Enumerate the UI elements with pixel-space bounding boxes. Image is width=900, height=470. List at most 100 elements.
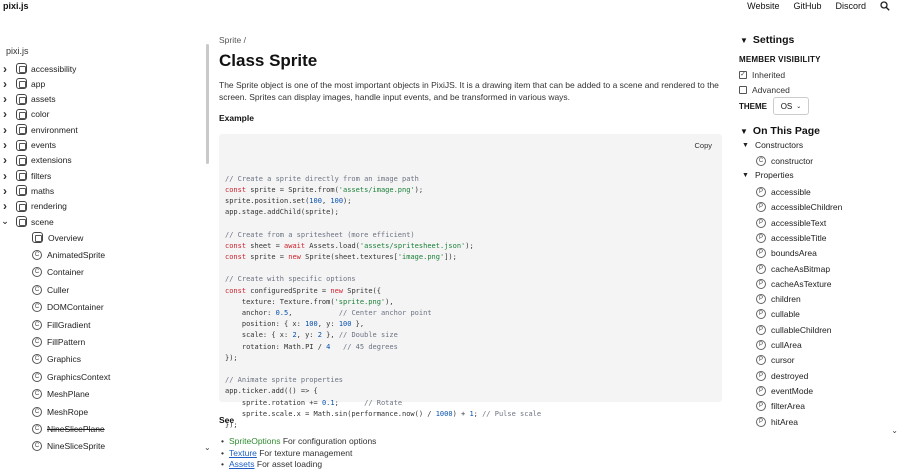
sidebar-item-rendering[interactable]: › rendering: [0, 199, 67, 214]
search-icon[interactable]: [880, 1, 890, 14]
sidebar-item-events[interactable]: › events: [0, 138, 56, 153]
see-link-Assets[interactable]: Assets: [229, 459, 255, 469]
sidebar-item-label: assets: [31, 94, 56, 105]
sidebar-subitem-Container[interactable]: C Container: [32, 265, 84, 280]
theme-row: THEME OS ⌄: [739, 97, 809, 115]
code-content: // Create a sprite directly from an imag…: [225, 174, 716, 432]
sidebar-subitem-GraphicsContext[interactable]: C GraphicsContext: [32, 369, 110, 384]
module-icon: [16, 108, 27, 120]
advanced-checkbox[interactable]: [739, 86, 747, 94]
scroll-down-icon[interactable]: ⌄: [204, 443, 211, 452]
class-icon: C: [32, 423, 42, 434]
nav-link-github[interactable]: GitHub: [793, 1, 821, 14]
chevron-right-icon[interactable]: ›: [0, 184, 10, 198]
sidebar-item-assets[interactable]: › assets: [0, 92, 56, 107]
toc-item-eventMode[interactable]: PeventMode: [756, 384, 813, 398]
toc-item-label: cursor: [771, 355, 795, 366]
see-link-SpriteOptions[interactable]: SpriteOptions: [229, 436, 281, 446]
sidebar-subitem-label: NineSlicePlane: [47, 423, 105, 434]
sidebar-subitem-label: DOMContainer: [47, 302, 104, 313]
advanced-option[interactable]: Advanced: [739, 85, 790, 95]
sidebar-subitem-Culler[interactable]: C Culler: [32, 282, 69, 297]
toc-item-cullableChildren[interactable]: PcullableChildren: [756, 323, 831, 337]
sidebar-item-environment[interactable]: › environment: [0, 122, 78, 137]
sidebar-subitem-NineSliceSprite[interactable]: C NineSliceSprite: [32, 439, 105, 454]
toc-item-destroyed[interactable]: Pdestroyed: [756, 369, 808, 383]
sidebar-subitem-Graphics[interactable]: C Graphics: [32, 352, 81, 367]
chevron-right-icon[interactable]: ›: [0, 169, 10, 183]
sidebar-item-color[interactable]: › color: [0, 107, 49, 122]
sidebar-item-scene[interactable]: ⌄ scene: [0, 214, 54, 229]
inherited-checkbox[interactable]: ✓: [739, 71, 747, 79]
toc-item-accessibleChildren[interactable]: PaccessibleChildren: [756, 200, 842, 214]
toc-item-cullable[interactable]: Pcullable: [756, 307, 800, 321]
chevron-right-icon[interactable]: ›: [0, 62, 10, 76]
chevron-right-icon[interactable]: ›: [0, 153, 10, 167]
see-item-text: For texture management: [256, 447, 353, 458]
toc-item-cullArea[interactable]: PcullArea: [756, 338, 802, 352]
theme-select[interactable]: OS ⌄: [773, 97, 809, 115]
theme-label: THEME: [739, 101, 767, 111]
toc-constructors-group[interactable]: ▼ Constructors: [742, 140, 803, 150]
sidebar-subitem-NineSlicePlane[interactable]: C NineSlicePlane: [32, 421, 105, 436]
toc-properties-group[interactable]: ▼ Properties: [742, 170, 794, 180]
chevron-right-icon[interactable]: ›: [0, 138, 10, 152]
code-line: sprite.scale.x = Math.sin(performance.no…: [225, 409, 542, 418]
toc-item-cacheAsBitmap[interactable]: PcacheAsBitmap: [756, 262, 830, 276]
toc-item-hitArea[interactable]: PhitArea: [756, 415, 798, 429]
sidebar-item-filters[interactable]: › filters: [0, 168, 51, 183]
sidebar-subitem-MeshPlane[interactable]: C MeshPlane: [32, 387, 90, 402]
chevron-right-icon[interactable]: ›: [0, 107, 10, 121]
right-panel: ▼ Settings MEMBER VISIBILITY ✓ Inherited…: [738, 30, 900, 470]
sidebar-subitem-FillGradient[interactable]: C FillGradient: [32, 317, 90, 332]
toc-item-accessibleText[interactable]: PaccessibleText: [756, 216, 826, 230]
inherited-option[interactable]: ✓ Inherited: [739, 70, 785, 80]
breadcrumb[interactable]: Sprite /: [219, 35, 246, 45]
sidebar-subitem-Overview[interactable]: Overview: [32, 230, 83, 245]
sidebar-subitem-MeshRope[interactable]: C MeshRope: [32, 404, 88, 419]
toc-item-accessible[interactable]: Paccessible: [756, 185, 811, 199]
brand-logo[interactable]: pixi.js: [3, 1, 29, 11]
sidebar-item-accessibility[interactable]: › accessibility: [0, 61, 76, 76]
code-line: });: [225, 353, 238, 362]
page-title: Class Sprite: [219, 51, 318, 70]
chevron-right-icon[interactable]: ›: [0, 92, 10, 106]
copy-button[interactable]: Copy: [694, 140, 712, 151]
class-icon: C: [32, 441, 42, 452]
toc-item-children[interactable]: Pchildren: [756, 292, 801, 306]
toc-item-filterArea[interactable]: PfilterArea: [756, 399, 805, 413]
chevron-right-icon[interactable]: ›: [0, 77, 10, 91]
nav-link-website[interactable]: Website: [747, 1, 779, 14]
module-icon: [16, 170, 27, 182]
toc-item-boundsArea[interactable]: PboundsArea: [756, 246, 817, 260]
toc-item-cursor[interactable]: Pcursor: [756, 353, 795, 367]
chevron-down-icon[interactable]: ⌄: [0, 216, 10, 227]
sidebar-item-maths[interactable]: › maths: [0, 183, 54, 198]
see-link-Texture[interactable]: Texture: [229, 448, 257, 458]
toc-item-accessibleTitle[interactable]: PaccessibleTitle: [756, 231, 826, 245]
sidebar-title[interactable]: pixi.js: [6, 46, 29, 56]
sidebar-subitem-AnimatedSprite[interactable]: C AnimatedSprite: [32, 247, 105, 262]
sidebar-item-extensions[interactable]: › extensions: [0, 153, 72, 168]
sidebar-item-app[interactable]: › app: [0, 76, 45, 91]
code-line: // Create with specific options: [225, 275, 356, 284]
sidebar-subitem-DOMContainer[interactable]: C DOMContainer: [32, 300, 104, 315]
see-heading: See: [219, 415, 235, 425]
chevron-right-icon[interactable]: ›: [0, 123, 10, 137]
property-icon: P: [756, 294, 766, 305]
toc-item-label: cullable: [771, 309, 800, 320]
scroll-down-icon[interactable]: ⌄: [891, 426, 898, 435]
code-block: Copy // Create a sprite directly from an…: [219, 134, 722, 429]
chevron-right-icon[interactable]: ›: [0, 199, 10, 213]
sidebar-item-label: filters: [31, 170, 52, 181]
sidebar-subitem-FillPattern[interactable]: C FillPattern: [32, 334, 85, 349]
settings-heading[interactable]: ▼ Settings: [740, 34, 794, 46]
sidebar-scrollbar[interactable]: [206, 44, 209, 164]
toc-item-cacheAsTexture[interactable]: PcacheAsTexture: [756, 277, 831, 291]
nav-link-discord[interactable]: Discord: [835, 1, 866, 14]
property-icon: P: [756, 187, 766, 197]
constructor-icon: C: [756, 156, 766, 166]
toc-item-constructor[interactable]: Cconstructor: [756, 154, 813, 168]
on-this-page-heading[interactable]: ▼ On This Page: [740, 125, 820, 137]
